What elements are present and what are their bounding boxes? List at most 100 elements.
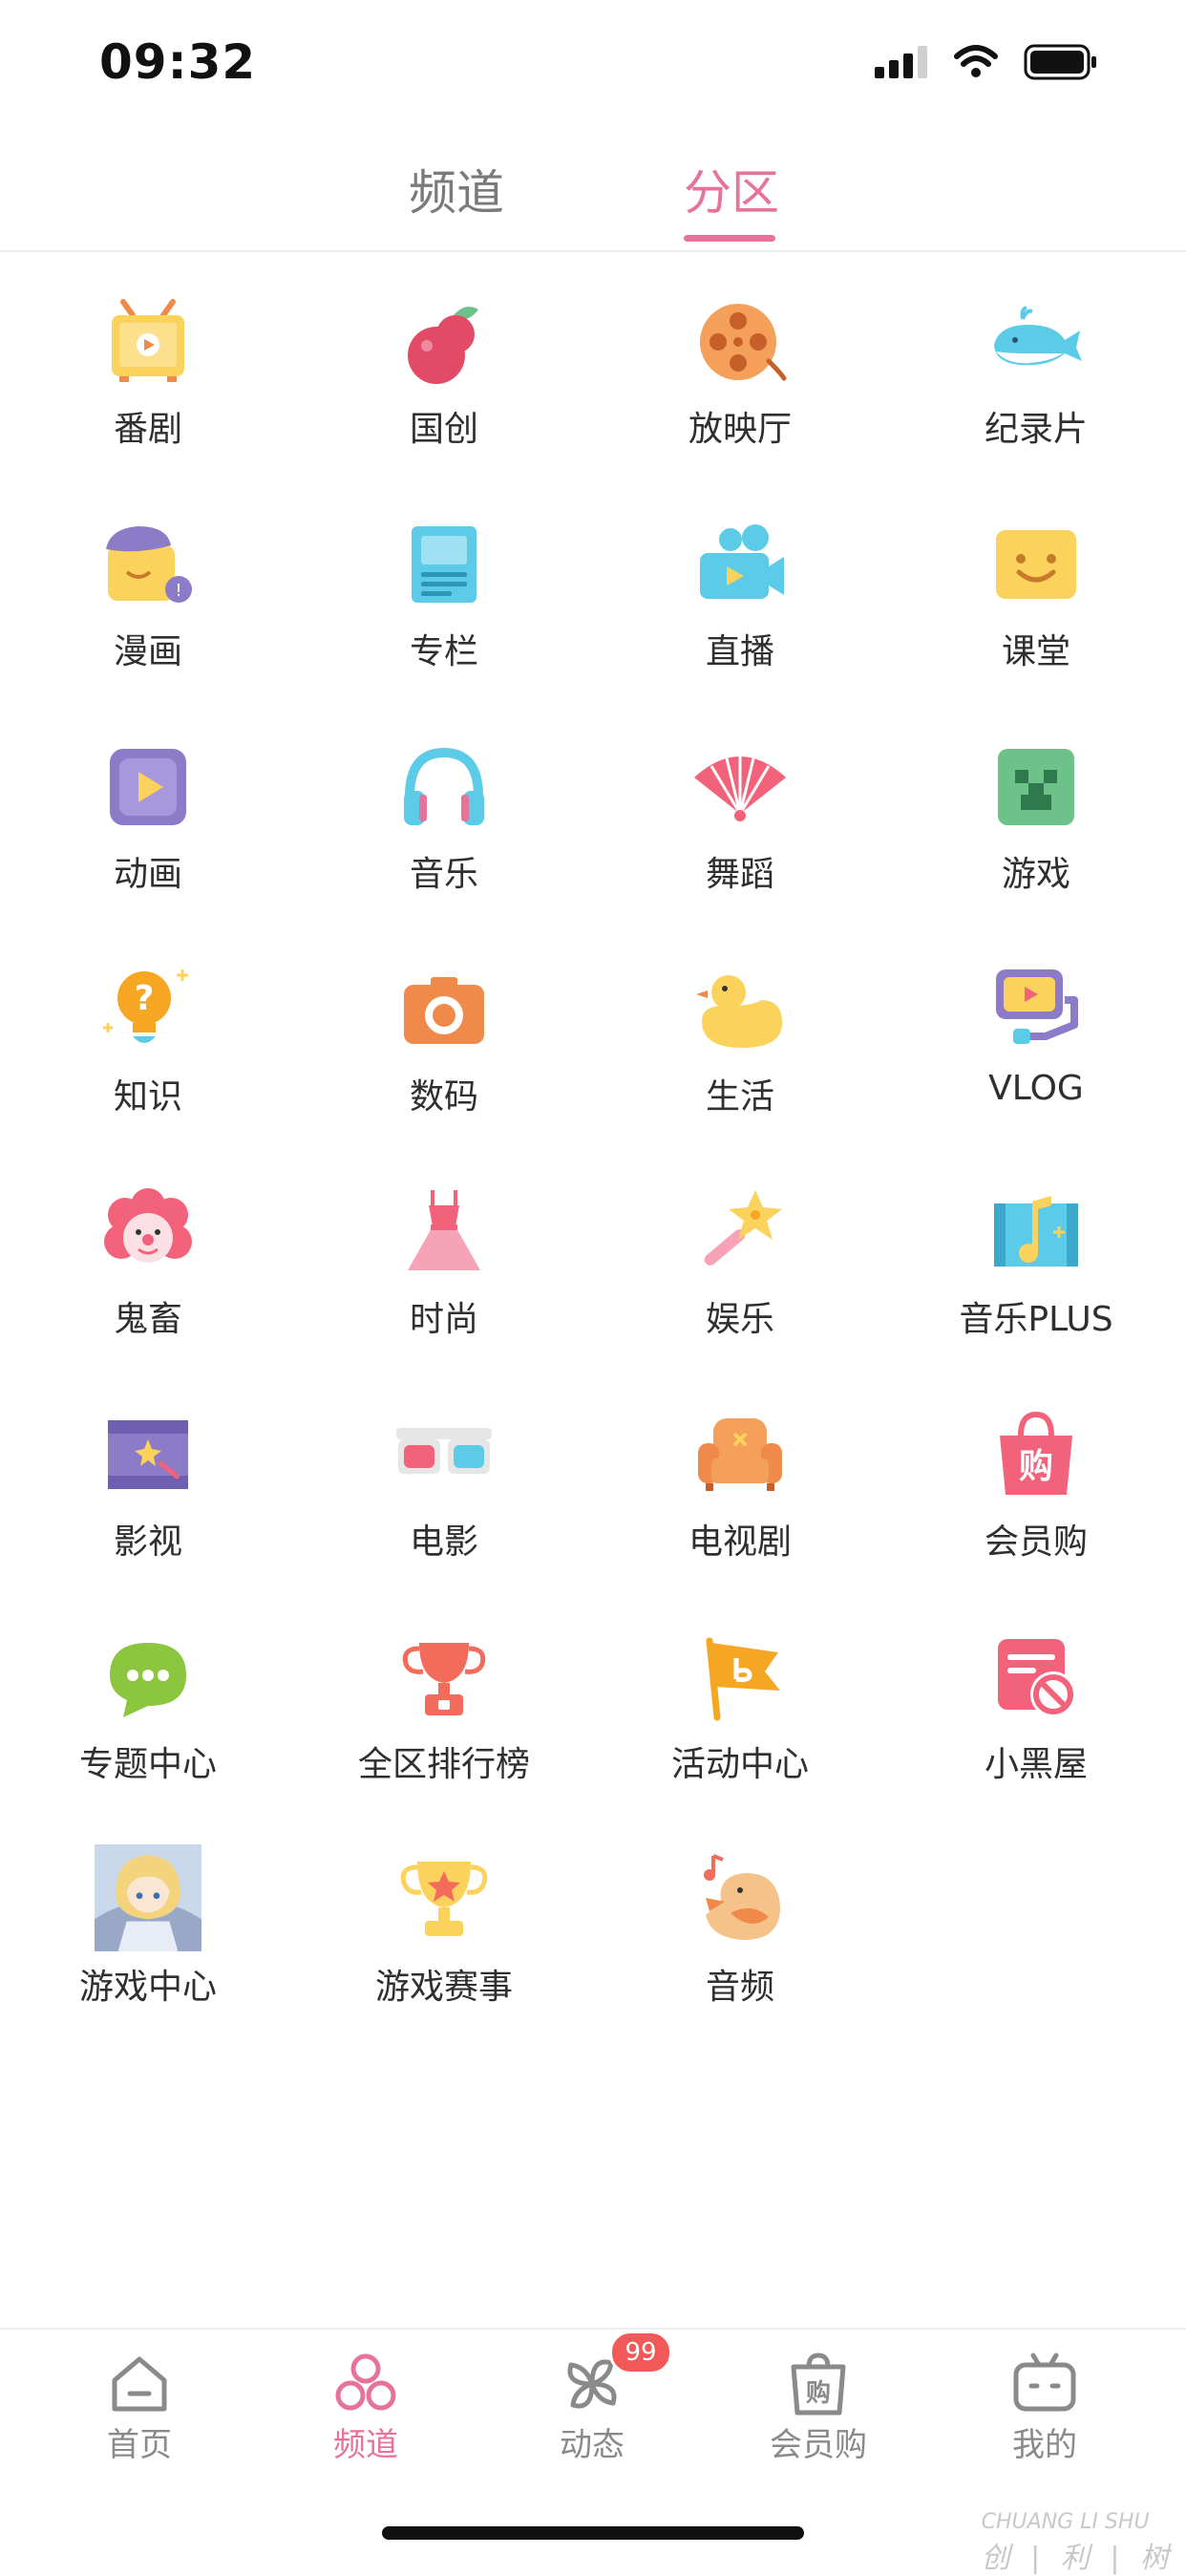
zone-item-entertainment[interactable]: 娱乐 [592, 1142, 888, 1365]
zone-item-anime[interactable]: 番剧 [0, 252, 296, 475]
svg-text:购: 购 [806, 2379, 831, 2408]
zone-item-music-plus[interactable]: 音乐PLUS [888, 1142, 1184, 1365]
tv-icon [112, 299, 184, 382]
zone-item-blackroom[interactable]: 小黑屋 [888, 1587, 1184, 1810]
zone-item-ranking[interactable]: 全区排行榜 [296, 1587, 592, 1810]
notification-badge: 99 [609, 2331, 672, 2374]
grid-row: 专题中心 全区排行榜 活动中心 小黑屋 [0, 1587, 1186, 1810]
home-indicator [382, 2526, 804, 2540]
trophy-icon [402, 1643, 486, 1715]
zone-item-dance[interactable]: 舞蹈 [592, 697, 888, 920]
nav-home[interactable]: 首页 [44, 2331, 235, 2474]
grid-row: 动画 音乐 舞蹈 游戏 [0, 697, 1186, 920]
zone-label: 专栏 [409, 632, 478, 671]
headphones-icon [404, 747, 484, 825]
comic-icon: ! [106, 526, 192, 603]
zone-item-movie[interactable]: 电影 [296, 1365, 592, 1587]
zone-item-comic[interactable]: ! 漫画 [0, 475, 296, 697]
signal-icon [875, 46, 927, 78]
zone-label: 活动中心 [670, 1745, 809, 1784]
zone-item-digital[interactable]: 数码 [296, 920, 592, 1142]
3d-glasses-icon [396, 1428, 492, 1474]
tab-zone[interactable]: 分区 [684, 155, 779, 224]
bag-icon: 购 [791, 2352, 846, 2416]
zone-item-theater[interactable]: 放映厅 [592, 252, 888, 475]
zone-item-classroom[interactable]: 课堂 [888, 475, 1184, 697]
zone-label: 专题中心 [78, 1745, 217, 1784]
fruit-icon [408, 307, 478, 384]
zone-item-fashion[interactable]: 时尚 [296, 1142, 592, 1365]
zone-item-tv-series[interactable]: 电视剧 [592, 1365, 888, 1587]
tab-channel[interactable]: 频道 [409, 155, 504, 224]
lightbulb-icon: ? [103, 969, 188, 1043]
zone-label: 电视剧 [688, 1522, 792, 1562]
film-reel-icon [700, 304, 787, 381]
nav-label: 首页 [107, 2426, 172, 2464]
star-wand-icon [704, 1190, 782, 1266]
zone-label: 纪录片 [984, 410, 1088, 449]
zone-label: 电影 [409, 1522, 478, 1562]
blocked-card-icon [998, 1639, 1076, 1717]
fan-icon [694, 756, 786, 821]
nav-label: 频道 [333, 2426, 398, 2464]
zone-item-audio[interactable]: 音频 [592, 1810, 888, 2033]
classroom-icon [996, 530, 1076, 599]
divider [0, 2328, 1186, 2330]
zone-label: 数码 [409, 1077, 478, 1117]
zone-label: 舞蹈 [705, 855, 774, 894]
nav-member-shop[interactable]: 购 会员购 [723, 2331, 914, 2474]
zone-item-live[interactable]: 直播 [592, 475, 888, 697]
zone-item-topic-center[interactable]: 专题中心 [0, 1587, 296, 1810]
nav-me[interactable]: 我的 [949, 2331, 1140, 2474]
zone-item-guochuang[interactable]: 国创 [296, 252, 592, 475]
bird-icon [704, 1854, 780, 1940]
zone-label: 音乐 [409, 855, 478, 894]
zone-label: 全区排行榜 [357, 1745, 530, 1784]
grid-row: 游戏中心 游戏赛事 音频 [0, 1810, 1186, 2033]
zone-item-member-shop[interactable]: 购 会员购 [888, 1365, 1184, 1587]
zone-item-documentary[interactable]: 纪录片 [888, 252, 1184, 475]
status-time: 09:32 [99, 34, 257, 90]
film-strip-icon [108, 1420, 188, 1489]
zone-item-game-events[interactable]: 游戏赛事 [296, 1810, 592, 2033]
flag-icon [706, 1637, 780, 1721]
zone-label: 国创 [409, 410, 478, 449]
duck-icon [696, 975, 782, 1048]
wifi-icon [954, 45, 998, 77]
zone-item-knowledge[interactable]: ? 知识 [0, 920, 296, 1142]
zone-label: 小黑屋 [984, 1745, 1088, 1784]
zone-label: 音乐PLUS [959, 1300, 1113, 1339]
dress-icon [408, 1190, 480, 1270]
nav-channel[interactable]: 频道 [270, 2331, 461, 2474]
channel-icon [335, 2353, 396, 2411]
zone-item-vlog[interactable]: VLOG [888, 920, 1184, 1142]
zone-item-film-tv[interactable]: 影视 [0, 1365, 296, 1587]
animation-icon [110, 749, 186, 825]
zone-item-life[interactable]: 生活 [592, 920, 888, 1142]
zone-item-animation[interactable]: 动画 [0, 697, 296, 920]
zone-label: 时尚 [409, 1300, 478, 1339]
whale-icon [994, 306, 1082, 366]
camera-icon [700, 524, 784, 599]
grid-row: ! 漫画 专栏 直播 课堂 [0, 475, 1186, 697]
zone-label: 直播 [705, 632, 774, 671]
zone-grid: 番剧 国创 放映厅 纪录片 ! 漫画 专栏 直播 课堂 动画 音乐 舞蹈 游戏 … [0, 252, 1186, 2033]
zone-label: 游戏中心 [78, 1968, 217, 2007]
zone-item-music[interactable]: 音乐 [296, 697, 592, 920]
status-icons [875, 44, 1098, 80]
zone-item-activity-center[interactable]: 活动中心 [592, 1587, 888, 1810]
chat-bubble-icon [110, 1643, 186, 1717]
grid-row: 鬼畜 时尚 娱乐 音乐PLUS [0, 1142, 1186, 1365]
zone-label: 会员购 [984, 1522, 1088, 1562]
zone-item-column[interactable]: 专栏 [296, 475, 592, 697]
zone-item-game-center[interactable]: 游戏中心 [0, 1810, 296, 2033]
battery-icon [1024, 44, 1096, 80]
nav-dynamics[interactable]: 99 动态 [497, 2331, 688, 2474]
vlog-icon [996, 969, 1078, 1044]
nav-label: 动态 [560, 2426, 625, 2464]
clown-icon [104, 1188, 192, 1263]
tv-face-icon [1013, 2352, 1076, 2412]
zone-item-kichiku[interactable]: 鬼畜 [0, 1142, 296, 1365]
zone-label: 知识 [113, 1077, 182, 1117]
zone-item-game[interactable]: 游戏 [888, 697, 1184, 920]
